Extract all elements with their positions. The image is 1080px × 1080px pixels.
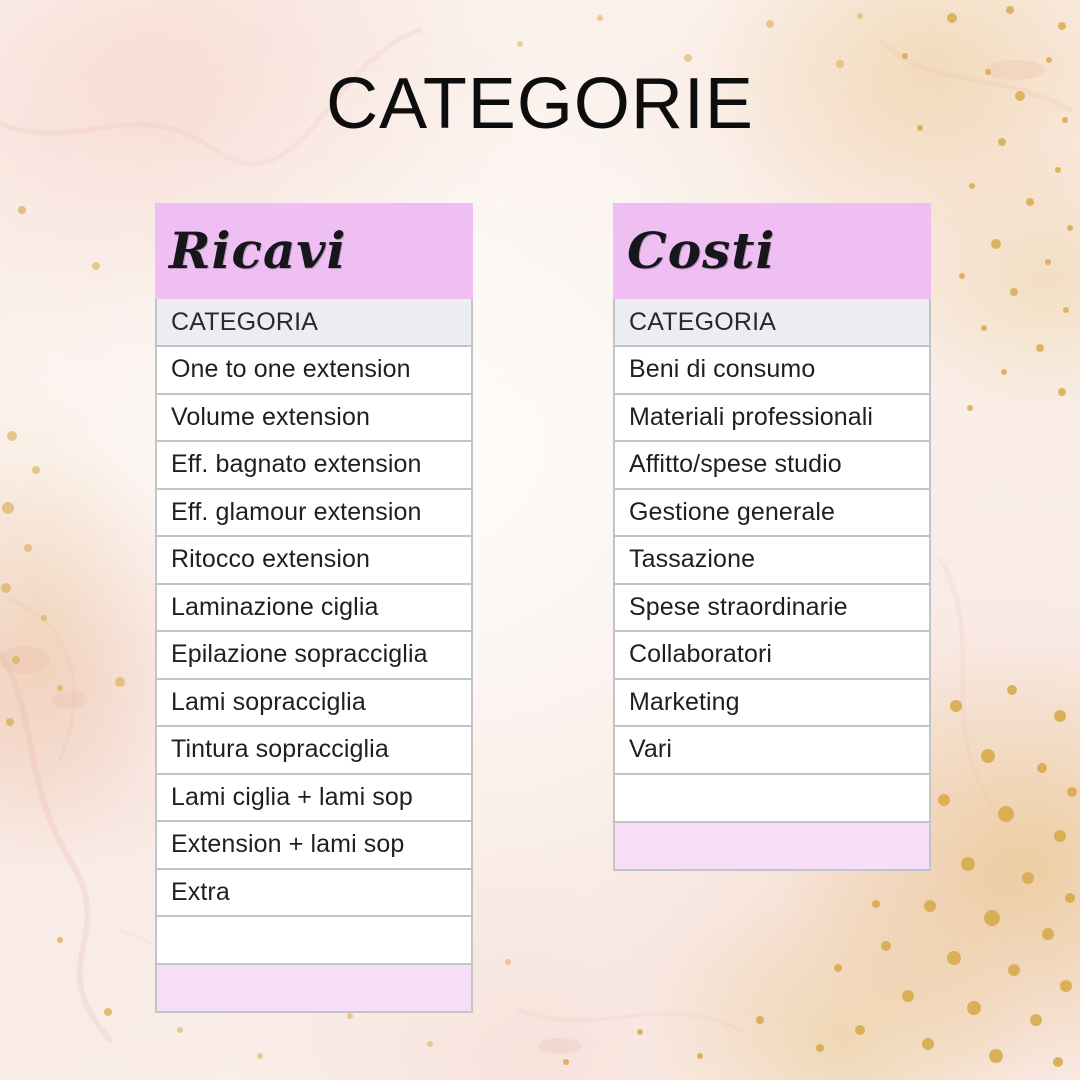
table-row-empty[interactable] bbox=[613, 774, 931, 823]
table-costi-title: Costi bbox=[613, 203, 931, 299]
table-row[interactable]: Lami ciglia + lami sop bbox=[155, 774, 473, 822]
table-row[interactable]: Eff. bagnato extension bbox=[155, 442, 473, 490]
table-ricavi-title: Ricavi bbox=[155, 203, 473, 299]
table-row[interactable]: Epilazione sopracciglia bbox=[155, 632, 473, 680]
table-row[interactable]: Volume extension bbox=[155, 394, 473, 442]
table-row[interactable]: Beni di consumo bbox=[613, 347, 931, 395]
table-row[interactable]: Spese straordinarie bbox=[613, 584, 931, 632]
table-row[interactable]: Materiali professionali bbox=[613, 394, 931, 442]
table-costi: Costi CATEGORIA Beni di consumo Material… bbox=[613, 203, 931, 871]
table-row[interactable]: Collaboratori bbox=[613, 632, 931, 680]
table-costi-footer bbox=[613, 822, 931, 871]
table-row[interactable]: Affitto/spese studio bbox=[613, 442, 931, 490]
table-row[interactable]: Tintura sopracciglia bbox=[155, 727, 473, 775]
table-row[interactable]: Gestione generale bbox=[613, 489, 931, 537]
table-costi-column-header: CATEGORIA bbox=[613, 299, 931, 347]
table-row[interactable]: Extra bbox=[155, 869, 473, 917]
table-row[interactable]: Laminazione ciglia bbox=[155, 584, 473, 632]
table-row[interactable]: Lami sopracciglia bbox=[155, 679, 473, 727]
table-ricavi-column-header: CATEGORIA bbox=[155, 299, 473, 347]
table-ricavi: Ricavi CATEGORIA One to one extension Vo… bbox=[155, 203, 473, 1013]
table-ricavi-footer bbox=[155, 965, 473, 1013]
table-row-empty[interactable] bbox=[155, 917, 473, 965]
slide-canvas: CATEGORIE Ricavi CATEGORIA One to one ex… bbox=[0, 0, 1080, 1080]
table-row[interactable]: Ritocco extension bbox=[155, 537, 473, 585]
table-row[interactable]: Extension + lami sop bbox=[155, 822, 473, 870]
table-row[interactable]: Vari bbox=[613, 727, 931, 775]
table-row[interactable]: Eff. glamour extension bbox=[155, 489, 473, 537]
table-row[interactable]: One to one extension bbox=[155, 347, 473, 395]
table-row[interactable]: Tassazione bbox=[613, 537, 931, 585]
page-title: CATEGORIE bbox=[326, 64, 754, 144]
table-row[interactable]: Marketing bbox=[613, 679, 931, 727]
